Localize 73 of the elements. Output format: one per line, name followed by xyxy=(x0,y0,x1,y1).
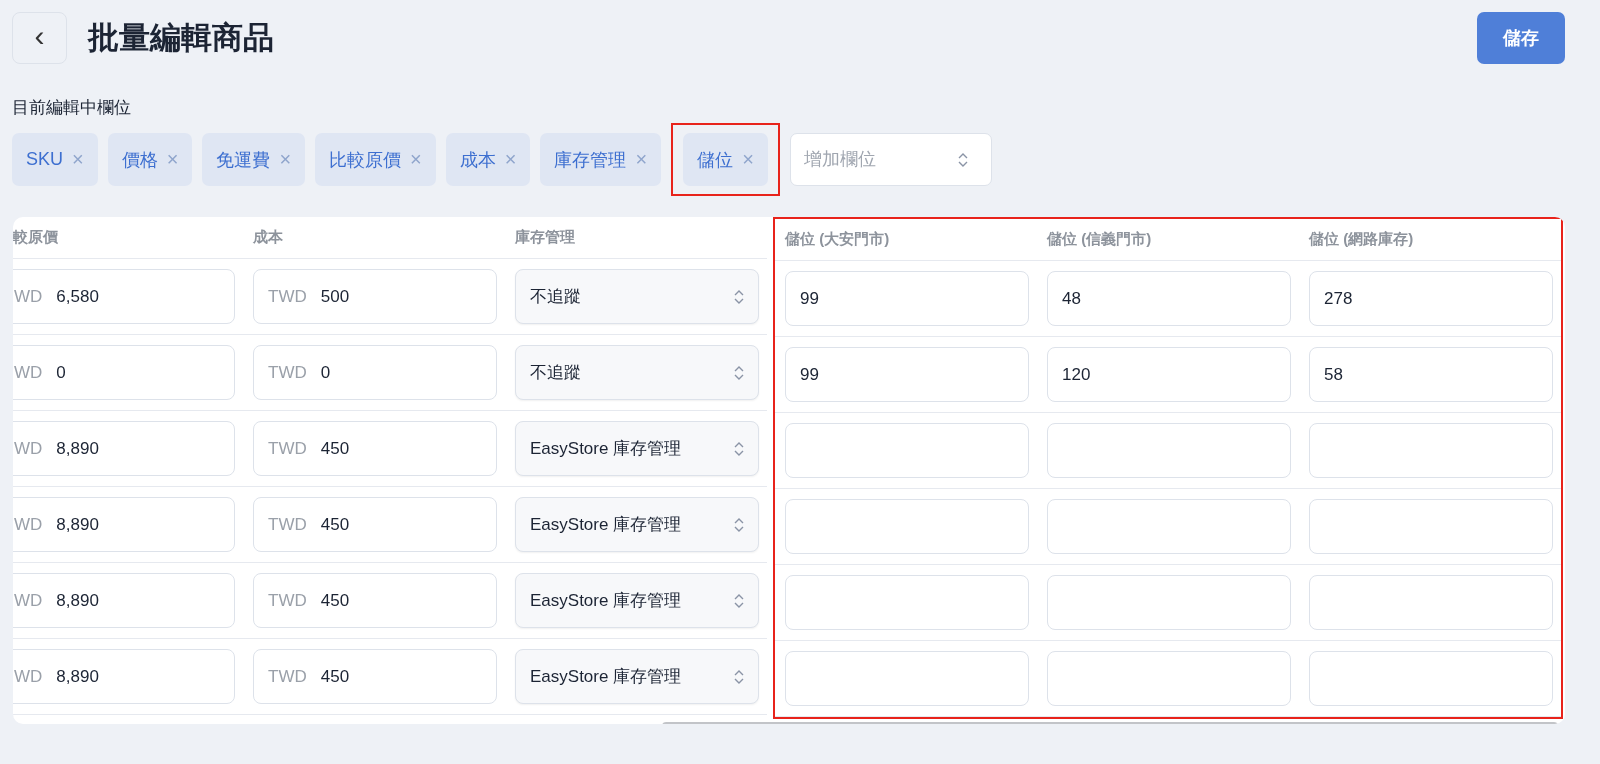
back-button[interactable]: ‹ xyxy=(12,12,67,64)
currency-prefix: TWD xyxy=(268,590,307,611)
inventory-select[interactable]: 不追蹤 xyxy=(515,269,759,324)
input-field[interactable] xyxy=(1309,575,1553,630)
currency-prefix: WD xyxy=(14,362,43,383)
currency-prefix: WD xyxy=(14,666,43,687)
chevron-up-down-icon xyxy=(734,440,744,457)
price-input[interactable]: TWD 450 xyxy=(253,421,497,476)
page-title: 批量編輯商品 xyxy=(88,19,275,57)
input-field[interactable] xyxy=(1309,651,1553,706)
currency-prefix: TWD xyxy=(268,286,307,307)
input-field[interactable] xyxy=(785,651,1029,706)
input-field[interactable] xyxy=(1047,423,1291,478)
currency-prefix: WD xyxy=(14,514,43,535)
price-input[interactable]: WD 0 xyxy=(13,345,235,400)
chevron-up-down-icon xyxy=(734,592,744,609)
inventory-select[interactable]: EasyStore 庫存管理 xyxy=(515,573,759,628)
input-field[interactable]: 58 xyxy=(1309,347,1553,402)
tag-label: 儲位 xyxy=(697,148,734,172)
currency-prefix: WD xyxy=(14,438,43,459)
tag-label: 庫存管理 xyxy=(554,148,627,172)
price-input[interactable]: TWD 500 xyxy=(253,269,497,324)
price-input[interactable]: WD 8,890 xyxy=(13,421,235,476)
inventory-select[interactable]: 不追蹤 xyxy=(515,345,759,400)
input-field[interactable]: 120 xyxy=(1047,347,1291,402)
input-field[interactable] xyxy=(785,575,1029,630)
currency-prefix: WD xyxy=(14,590,43,611)
input-field[interactable]: 99 xyxy=(785,347,1029,402)
price-input[interactable]: WD 6,580 xyxy=(13,269,235,324)
tag-label: 比較原價 xyxy=(329,148,402,172)
column-header: 儲位 (信義門市) xyxy=(1047,230,1152,249)
input-field[interactable] xyxy=(1309,423,1553,478)
input-field[interactable] xyxy=(1047,575,1291,630)
chevron-up-down-icon xyxy=(734,668,744,685)
price-input[interactable]: TWD 0 xyxy=(253,345,497,400)
tag-label: 免運費 xyxy=(216,148,271,172)
add-field-select[interactable]: 增加欄位 xyxy=(789,133,992,186)
price-input[interactable]: TWD 450 xyxy=(253,497,497,552)
chevron-up-down-icon xyxy=(734,364,744,381)
currency-prefix: TWD xyxy=(268,438,307,459)
section-label: 目前編輯中欄位 xyxy=(12,97,132,119)
currency-prefix: TWD xyxy=(268,362,307,383)
input-field[interactable] xyxy=(785,423,1029,478)
inventory-select[interactable]: EasyStore 庫存管理 xyxy=(515,649,759,704)
tag-label: 價格 xyxy=(121,148,158,172)
tag-label: 成本 xyxy=(459,148,496,172)
column-header: 成本 xyxy=(253,228,283,247)
price-input[interactable]: TWD 450 xyxy=(253,649,497,704)
currency-prefix: TWD xyxy=(268,514,307,535)
price-input[interactable]: WD 8,890 xyxy=(13,497,235,552)
save-button[interactable]: 儲存 xyxy=(1477,12,1565,64)
tag-label: SKU xyxy=(26,149,63,170)
input-field[interactable]: 99 xyxy=(785,271,1029,326)
inventory-select[interactable]: EasyStore 庫存管理 xyxy=(515,421,759,476)
price-input[interactable]: TWD 450 xyxy=(253,573,497,628)
input-field[interactable] xyxy=(1047,499,1291,554)
column-header: 儲位 (大安門市) xyxy=(785,230,890,249)
column-header: 較原價 xyxy=(13,228,58,247)
input-field[interactable]: 278 xyxy=(1309,271,1553,326)
inventory-select[interactable]: EasyStore 庫存管理 xyxy=(515,497,759,552)
input-field[interactable] xyxy=(1047,651,1291,706)
input-field[interactable]: 48 xyxy=(1047,271,1291,326)
chevron-up-down-icon xyxy=(734,516,744,533)
chevron-up-down-icon xyxy=(957,152,968,168)
price-input[interactable]: WD 8,890 xyxy=(13,649,235,704)
input-field[interactable] xyxy=(1309,499,1553,554)
input-field[interactable] xyxy=(785,499,1029,554)
chevron-up-down-icon xyxy=(734,288,744,305)
column-header: 庫存管理 xyxy=(515,228,575,247)
currency-prefix: WD xyxy=(14,286,43,307)
price-input[interactable]: WD 8,890 xyxy=(13,573,235,628)
currency-prefix: TWD xyxy=(268,666,307,687)
column-header: 儲位 (網路庫存) xyxy=(1309,230,1414,249)
